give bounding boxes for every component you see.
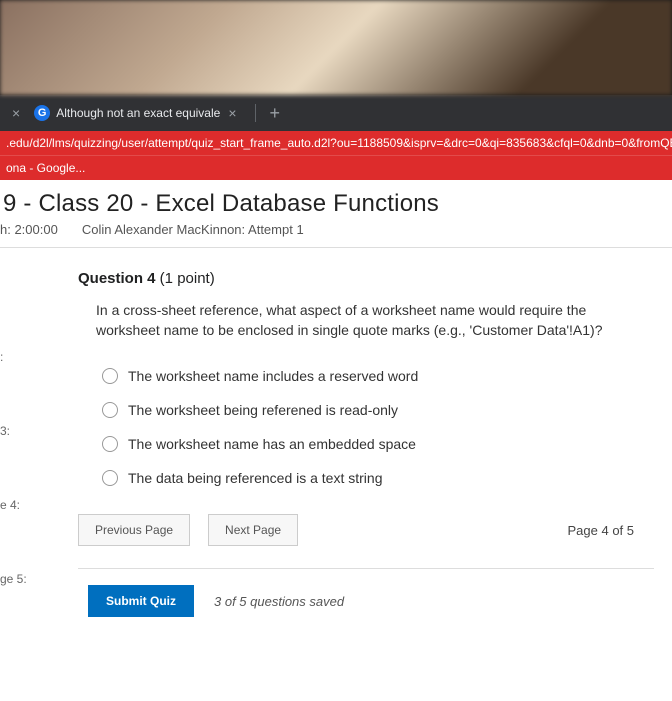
divider [78,568,654,569]
browser-tab-bar: × G Although not an exact equivale × + [0,95,672,131]
sidebar-label[interactable]: : [0,350,38,364]
question-text: In a cross-sheet reference, what aspect … [96,301,626,340]
page-indicator: Page 4 of 5 [568,523,655,538]
radio-icon[interactable] [102,470,118,486]
close-icon[interactable]: × [220,105,244,121]
tab-favicon: G [34,105,50,121]
close-icon[interactable]: × [4,105,28,121]
attempt-label: Colin Alexander MacKinnon: Attempt 1 [82,222,304,237]
answer-option[interactable]: The worksheet name has an embedded space [102,436,654,452]
option-label: The worksheet being referened is read-on… [128,402,398,418]
page-title: 9 - Class 20 - Excel Database Functions [0,180,672,220]
next-page-button[interactable]: Next Page [208,514,298,546]
new-tab-button[interactable]: + [260,103,291,124]
sidebar-label[interactable]: 3: [0,424,38,438]
sidebar-label[interactable]: e 4: [0,498,38,512]
answer-option[interactable]: The worksheet name includes a reserved w… [102,368,654,384]
question-panel: Question 4 (1 point) In a cross-sheet re… [38,248,672,646]
option-label: The worksheet name includes a reserved w… [128,368,418,384]
page-content: 9 - Class 20 - Excel Database Functions … [0,180,672,701]
previous-page-button[interactable]: Previous Page [78,514,190,546]
saved-status: 3 of 5 questions saved [214,594,344,609]
radio-icon[interactable] [102,368,118,384]
time-limit-label: h: 2:00:00 [0,222,58,237]
option-label: The worksheet name has an embedded space [128,436,416,452]
browser-tab[interactable]: G Although not an exact equivale × [28,105,250,121]
radio-icon[interactable] [102,402,118,418]
question-nav-sidebar: : 3: e 4: ge 5: [0,248,38,646]
pagination-row: Previous Page Next Page Page 4 of 5 [78,514,654,546]
question-header: Question 4 (1 point) [78,270,654,287]
bookmark-bar-item[interactable]: ona - Google... [0,155,672,180]
tab-divider [255,104,256,122]
answer-options: The worksheet name includes a reserved w… [102,368,654,486]
option-label: The data being referenced is a text stri… [128,470,382,486]
radio-icon[interactable] [102,436,118,452]
address-bar[interactable]: .edu/d2l/lms/quizzing/user/attempt/quiz_… [0,131,672,155]
submit-quiz-button[interactable]: Submit Quiz [88,585,194,617]
question-points: (1 point) [156,270,215,287]
sidebar-label[interactable]: ge 5: [0,572,38,586]
answer-option[interactable]: The worksheet being referened is read-on… [102,402,654,418]
tab-title: Although not an exact equivale [56,106,220,120]
attempt-info: h: 2:00:00 Colin Alexander MacKinnon: At… [0,220,672,248]
answer-option[interactable]: The data being referenced is a text stri… [102,470,654,486]
submit-row: Submit Quiz 3 of 5 questions saved [88,585,654,617]
question-number: Question 4 [78,270,156,287]
background-photo [0,0,672,95]
